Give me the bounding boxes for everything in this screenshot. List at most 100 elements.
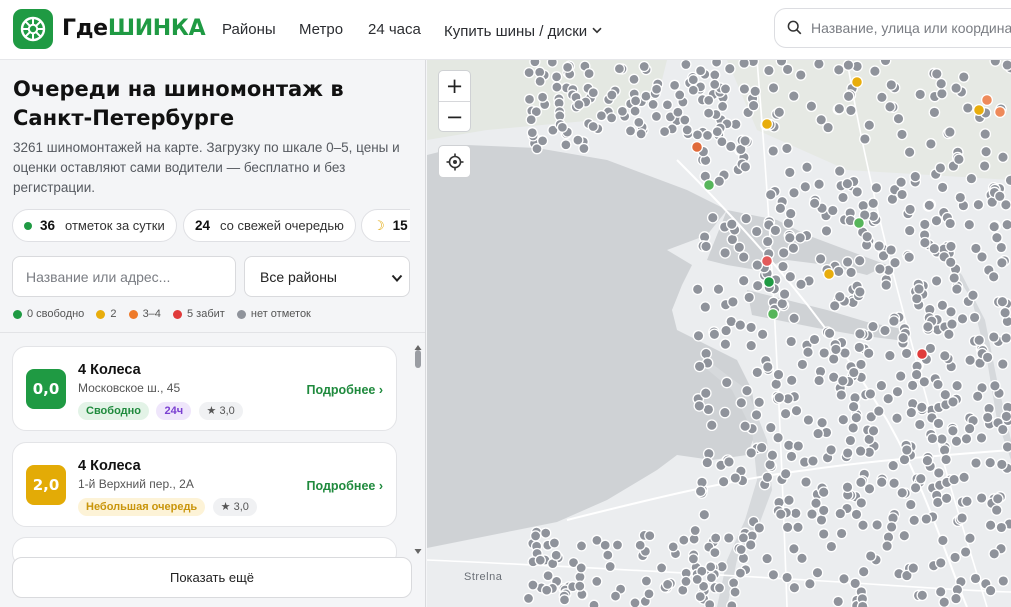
map-marker[interactable] [849,577,862,590]
map-marker[interactable] [842,60,855,71]
map-marker[interactable] [891,412,903,425]
map-marker[interactable] [904,498,917,511]
map-marker[interactable] [938,596,951,607]
map-marker[interactable] [964,532,976,545]
map-marker[interactable] [876,91,888,104]
map-marker[interactable] [826,204,839,217]
map-marker[interactable] [702,107,715,119]
map-marker[interactable] [773,106,786,119]
map-marker[interactable] [940,453,952,466]
nav-metro[interactable]: Метро [299,21,343,38]
map-marker[interactable] [525,114,537,126]
map-marker[interactable] [972,198,985,211]
map-marker[interactable] [841,177,854,190]
map-marker[interactable] [795,278,807,291]
map-marker[interactable] [981,351,994,364]
map-marker[interactable] [948,473,960,486]
map-marker[interactable] [864,550,877,562]
map-marker[interactable] [996,423,1009,436]
map-marker[interactable] [729,586,741,598]
map-marker[interactable] [837,191,849,204]
map-marker[interactable] [896,128,908,141]
map-marker[interactable] [764,421,777,434]
map-marker[interactable] [984,584,997,597]
map-marker[interactable] [996,295,1009,308]
map-marker[interactable] [733,241,746,254]
map-marker[interactable] [774,508,787,521]
map-marker[interactable] [770,378,783,391]
map-marker[interactable] [812,427,824,440]
map-marker[interactable] [783,494,795,507]
map-marker[interactable] [847,422,860,434]
map-marker[interactable] [602,549,614,561]
map-marker[interactable] [711,126,723,138]
map-marker[interactable] [751,366,764,379]
map-marker[interactable] [693,400,706,412]
map-marker[interactable] [944,126,956,138]
map-marker[interactable] [710,532,722,544]
map-marker[interactable] [989,379,1001,392]
map-marker[interactable] [747,99,760,112]
zoom-out-button[interactable]: − [439,102,470,132]
map-marker[interactable] [975,432,988,444]
map-marker[interactable] [719,83,732,95]
map-marker[interactable] [534,554,546,566]
map-marker[interactable] [720,376,733,389]
map-marker[interactable] [801,161,813,174]
map-marker[interactable] [881,540,893,552]
map-marker[interactable] [988,547,1001,560]
map-marker[interactable] [781,521,794,534]
logo-icon[interactable] [13,9,53,49]
map-marker[interactable] [862,347,875,360]
map-marker[interactable] [536,91,549,103]
map-marker[interactable] [887,459,900,472]
nav-buy-tires[interactable]: Купить шины / диски [444,21,602,40]
map-marker[interactable] [713,175,726,188]
map-marker[interactable] [891,385,904,398]
map-marker[interactable] [743,291,756,304]
map-marker[interactable] [833,102,846,115]
map-marker[interactable] [661,578,674,591]
map-marker[interactable] [857,199,870,212]
map-marker[interactable] [976,251,988,263]
map-marker[interactable] [605,112,618,124]
district-select[interactable]: Все районы [244,256,410,297]
map-marker[interactable] [704,598,716,607]
map-marker[interactable] [963,422,976,435]
map-marker[interactable] [903,146,916,159]
map-marker[interactable] [719,247,731,259]
list-item[interactable]: 2,0 4 Колеса 1-й Верхний пер., 2А Неболь… [12,442,397,527]
map-marker[interactable] [583,67,595,80]
map-marker[interactable] [546,60,558,68]
map-marker[interactable] [867,197,880,210]
map-marker[interactable] [739,135,751,147]
map-marker[interactable] [766,307,780,321]
map-marker[interactable] [643,588,655,600]
map-marker[interactable] [903,224,916,237]
map-marker[interactable] [774,202,787,215]
map-marker[interactable] [886,193,899,206]
map-marker[interactable] [957,71,970,83]
map-marker[interactable] [573,98,585,111]
map-marker[interactable] [551,81,563,93]
scroll-down-arrow-icon[interactable] [414,542,422,560]
map-marker[interactable] [915,401,928,414]
map-marker[interactable] [971,390,984,403]
map-marker[interactable] [764,458,776,471]
map-marker[interactable] [838,572,850,585]
map-marker[interactable] [945,240,957,253]
map-marker[interactable] [919,236,931,249]
map-marker[interactable] [739,160,752,173]
map-marker[interactable] [693,360,706,373]
map-marker[interactable] [735,396,748,409]
map-marker[interactable] [980,145,992,158]
map-marker[interactable] [760,117,774,131]
map-marker[interactable] [761,552,773,565]
map-marker[interactable] [706,211,719,224]
map-marker[interactable] [944,217,957,230]
map-marker[interactable] [687,74,699,86]
map-marker[interactable] [526,127,538,139]
map-marker[interactable] [753,522,766,534]
map-marker[interactable] [850,411,863,424]
map-marker[interactable] [914,88,927,101]
